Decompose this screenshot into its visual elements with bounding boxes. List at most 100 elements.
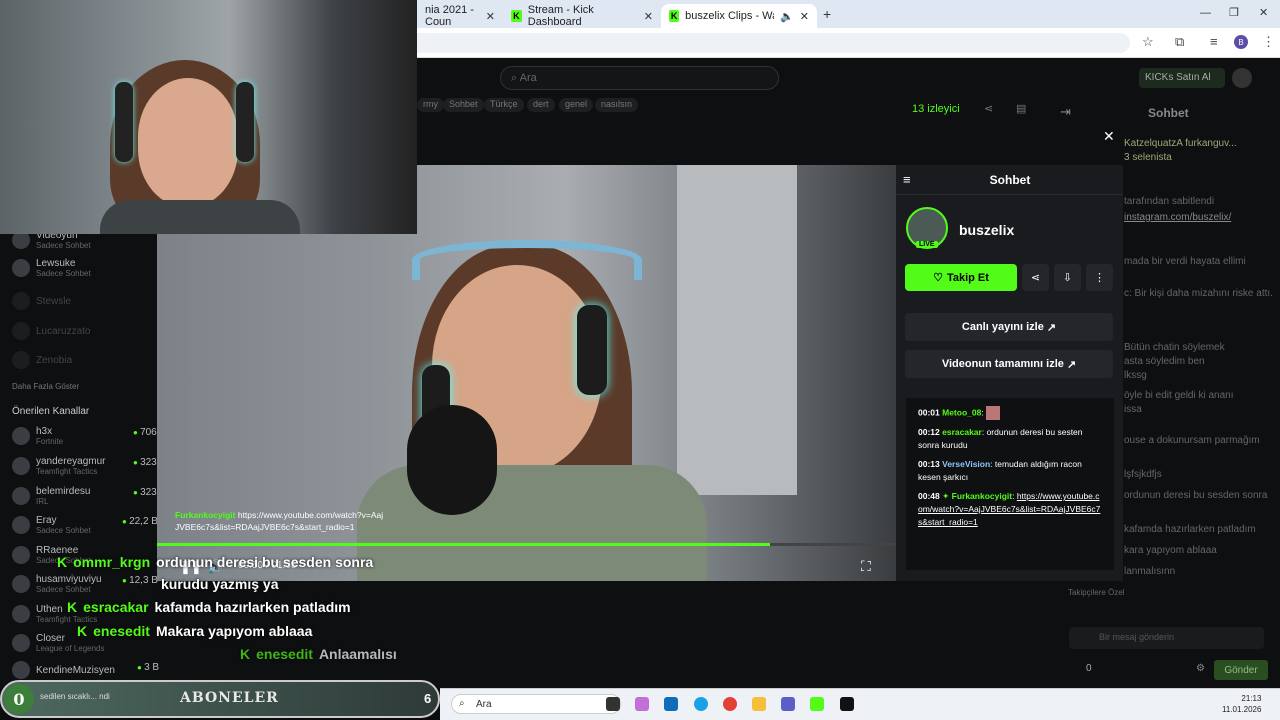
new-tab-button[interactable]: + [823, 6, 831, 22]
emote-icon [986, 406, 1001, 420]
chat-message: 00:01 Metoo_08: [918, 406, 1102, 420]
kicks-buy-button[interactable]: KICKs Satın Al [1139, 68, 1225, 88]
channel-category: IRL [36, 497, 49, 506]
sidebar-channel[interactable]: husamviyuviyu Sadece Sohbet [12, 574, 102, 594]
chat-message-input[interactable]: Bir mesaj gönderin [1069, 627, 1264, 649]
edge-icon[interactable] [694, 697, 708, 711]
media-icon[interactable]: ≡ [1210, 34, 1218, 49]
close-icon[interactable]: ✕ [800, 10, 809, 23]
channel-name: h3x [36, 426, 53, 437]
sidebar-channel[interactable]: Stewsle [12, 292, 71, 310]
chat-username[interactable]: esracakar [942, 427, 982, 437]
tag[interactable]: rmy [417, 98, 444, 112]
watch-full-button[interactable]: Videonun tamamını izle ↗ [905, 350, 1113, 378]
chat-line: c: Bir kişi daha mizahını riske attı... [1124, 288, 1274, 299]
tag[interactable]: nasılsın [595, 98, 639, 112]
taskbar-search-label: Ara [476, 699, 492, 710]
sidebar-channel[interactable]: h3x Fortnite [12, 426, 63, 446]
sidebar-channel[interactable]: Zenobia [12, 351, 72, 369]
search-input[interactable]: ⌕ Ara [500, 66, 779, 90]
more-menu-icon[interactable]: ⋮ [1262, 34, 1275, 50]
channel-name[interactable]: buszelix [959, 222, 1014, 238]
tag[interactable]: Türkçe [484, 98, 524, 112]
tab-kick-dashboard[interactable]: K Stream - Kick Dashboard ✕ [503, 4, 661, 28]
settings-icon[interactable]: ⚙ [1196, 663, 1205, 674]
maximize-icon[interactable]: ❐ [1229, 6, 1239, 19]
viewer-count: 13 izleyici [912, 103, 960, 115]
clip-icon[interactable]: ▤ [1016, 102, 1026, 115]
window-close-icon[interactable]: ✕ [1259, 6, 1268, 19]
tab-title: buszelix Clips - Watch Live [685, 10, 774, 22]
copilot-icon[interactable] [635, 697, 649, 711]
more-options-button[interactable]: ⋮ [1086, 264, 1113, 291]
headphone [236, 82, 254, 162]
avatar [12, 634, 30, 652]
sidebar-channel[interactable]: Eray Sadece Sohbet [12, 515, 91, 535]
teams-icon[interactable] [781, 697, 795, 711]
avatar [12, 661, 30, 679]
fullscreen-icon[interactable]: ⛶ [861, 558, 871, 575]
star-icon[interactable]: ☆ [1142, 34, 1154, 50]
tab-title: nia 2021 - Coun [425, 4, 474, 28]
recommended-title: Önerilen Kanallar [12, 406, 90, 417]
avatar [12, 516, 30, 534]
chat-time: 00:13 [918, 459, 940, 469]
channel-name: Stewsle [36, 295, 72, 307]
minimize-icon[interactable]: — [1200, 7, 1211, 19]
chat-text: Anlaamalısı [318, 646, 397, 662]
show-more-link[interactable]: Daha Fazla Göster [12, 382, 79, 391]
video-chat-overlay-message: Furkankocyigit https://www.youtube.com/w… [175, 509, 385, 533]
file-explorer-icon[interactable] [752, 697, 766, 711]
share-button[interactable]: ⋖ [1022, 264, 1049, 291]
extensions-icon[interactable]: ⧉ [1175, 34, 1184, 50]
sidebar-channel[interactable]: Lewsuke Sadece Sohbet [12, 258, 91, 278]
chat-username[interactable]: Furkankocyigit [952, 491, 1012, 501]
send-button[interactable]: Gönder [1214, 660, 1268, 680]
sidebar-channel[interactable]: Lucaruzzato [12, 322, 90, 340]
sidebar-channel[interactable]: belemirdesu IRL [12, 486, 90, 506]
heart-icon: ♡ [933, 272, 943, 284]
avatar [12, 322, 30, 340]
clock-date: 11.01.2026 [1222, 705, 1262, 714]
chat-line[interactable]: instagram.com/buszelix/ [1124, 212, 1274, 223]
chat-line: Bütün chatin söylemek [1124, 342, 1225, 353]
watch-live-button[interactable]: Canlı yayını izle ↗ [905, 313, 1113, 341]
close-panel-icon[interactable]: ✕ [1103, 128, 1115, 145]
chat-time: 00:01 [918, 407, 940, 418]
tag[interactable]: dert [527, 98, 555, 112]
chat-line: tarafından sabitlendi [1124, 196, 1215, 207]
tab-title: Stream - Kick Dashboard [527, 4, 594, 28]
task-view-icon[interactable] [606, 697, 620, 711]
tag[interactable]: genel [559, 98, 594, 112]
kick-badge-icon: K [67, 599, 78, 615]
game-icon[interactable] [840, 697, 854, 711]
chat-line: lşfsjkdfjs [1124, 469, 1162, 480]
taskbar-search[interactable]: ⌕ Ara [451, 694, 621, 714]
profile-avatar[interactable]: B [1234, 35, 1248, 49]
channel-name: Uthen [36, 604, 63, 615]
sidebar-channel[interactable]: KendineMuzisyen [12, 661, 115, 679]
follow-button[interactable]: ♡ Takip Et [905, 264, 1017, 291]
tab-buszelix-clips[interactable]: K buszelix Clips - Watch Live 🔈 ✕ [661, 4, 817, 28]
avatar [12, 259, 30, 277]
channel-name: belemirdesu [36, 486, 91, 497]
chat-username[interactable]: VerseVision [942, 459, 990, 469]
collapse-panel-icon[interactable]: ≡ [903, 172, 911, 187]
tag[interactable]: Sohbet [443, 98, 484, 112]
kick-app-icon[interactable] [810, 697, 824, 711]
chat-username[interactable]: Metoo_08 [942, 407, 981, 417]
avatar [12, 351, 30, 369]
close-icon[interactable]: ✕ [644, 10, 653, 23]
avatar [12, 487, 30, 505]
download-button[interactable]: ⇩ [1054, 264, 1081, 291]
user-avatar[interactable] [1232, 68, 1252, 88]
sidebar-channel[interactable]: yandereyagmur Teamfight Tactics [12, 456, 105, 476]
outlook-icon[interactable] [664, 697, 678, 711]
chrome-icon[interactable] [723, 697, 737, 711]
collapse-chat-icon[interactable]: ⇥ [1060, 104, 1071, 120]
stream-chat-line: kurudu yazmış ya [161, 576, 279, 592]
close-icon[interactable]: ✕ [486, 10, 495, 23]
chat-message: 00:12 esracakar: ordunun deresi bu seste… [918, 427, 1083, 450]
share-icon[interactable]: ⋖ [984, 102, 993, 115]
tab-counter[interactable]: nia 2021 - Coun ✕ [417, 4, 503, 28]
